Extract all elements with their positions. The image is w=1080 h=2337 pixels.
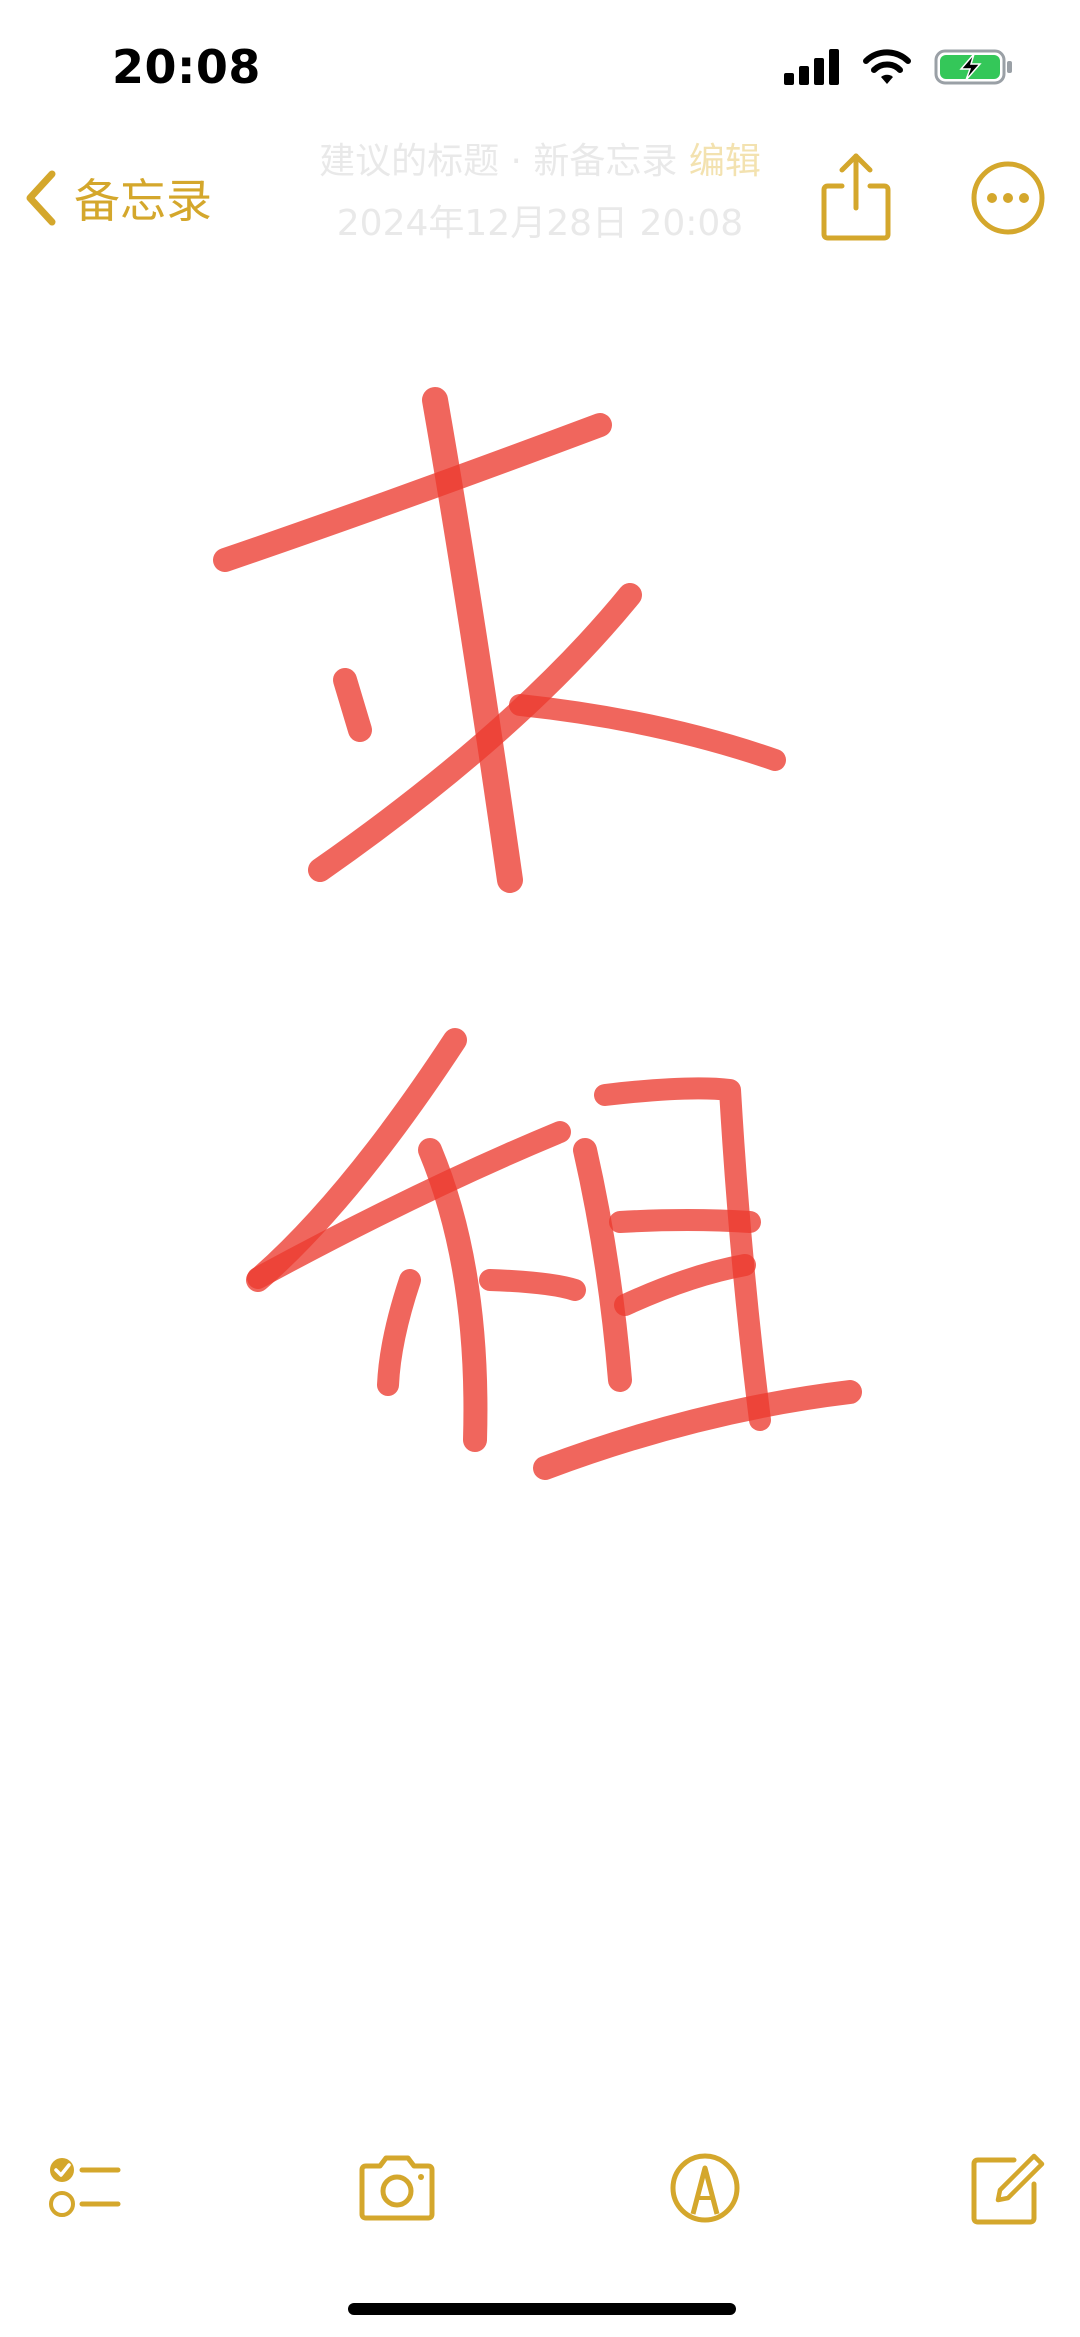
more-button[interactable] <box>968 158 1048 238</box>
cellular-signal-icon <box>784 49 839 85</box>
battery-charging-icon <box>934 49 1012 85</box>
stroke <box>479 1269 586 1301</box>
stroke <box>573 1138 632 1392</box>
home-indicator[interactable] <box>348 2303 736 2315</box>
faded-date: 2024年12月28日 20:08 <box>336 203 744 244</box>
checklist-button[interactable] <box>40 2148 130 2228</box>
faded-note-header: 建议的标题 · 新备忘录 编辑 2024年12月28日 20:08 <box>260 140 820 246</box>
stroke <box>533 1380 862 1480</box>
stroke <box>418 1138 488 1452</box>
chevron-left-icon <box>26 170 56 226</box>
ellipsis-circle-icon <box>971 161 1045 235</box>
camera-icon <box>359 2155 435 2221</box>
bottom-toolbar <box>0 2130 1080 2240</box>
back-label: 备忘录 <box>74 174 212 228</box>
status-icons <box>784 48 1014 86</box>
stroke <box>509 694 786 771</box>
stroke <box>377 1269 421 1396</box>
faded-badge: 编辑 <box>688 141 761 182</box>
checklist-icon <box>49 2158 121 2217</box>
markup-pen-icon <box>670 2153 740 2223</box>
wifi-icon <box>863 49 911 84</box>
share-button[interactable] <box>818 150 894 246</box>
markup-button[interactable] <box>660 2148 750 2228</box>
back-button[interactable]: 备忘录 <box>22 158 212 238</box>
stroke <box>333 668 372 742</box>
stroke <box>247 1121 571 1289</box>
stroke <box>609 1209 761 1233</box>
compose-icon <box>971 2153 1045 2225</box>
stroke <box>213 413 612 572</box>
navigation-bar: 建议的标题 · 新备忘录 编辑 2024年12月28日 20:08 备忘录 <box>0 140 1080 260</box>
camera-button[interactable] <box>352 2148 442 2228</box>
compose-button[interactable] <box>962 2148 1052 2228</box>
stroke <box>614 1254 756 1316</box>
faded-title: 建议的标题 · 新备忘录 编辑 <box>319 141 761 182</box>
drawing-canvas[interactable] <box>0 260 1080 2110</box>
handwriting-drawing <box>213 387 862 1480</box>
status-time: 20:08 <box>112 40 261 94</box>
share-icon <box>821 153 891 241</box>
status-bar: 20:08 <box>0 0 1080 140</box>
